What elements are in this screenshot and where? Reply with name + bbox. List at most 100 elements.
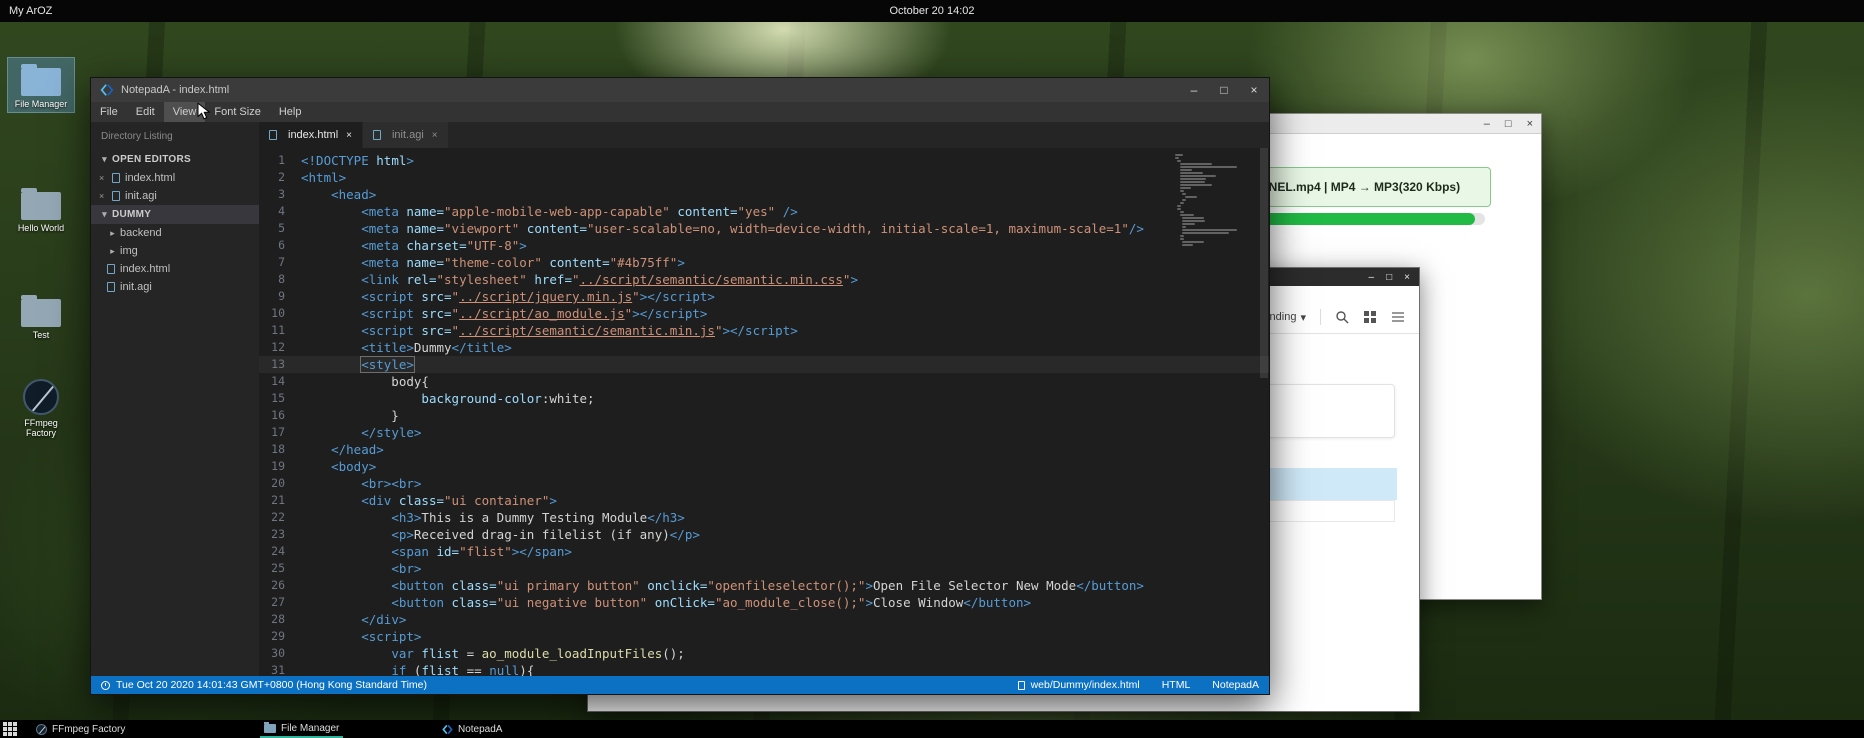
code-line[interactable]: 19 <body> [259, 458, 1269, 475]
status-file-path[interactable]: web/Dummy/index.html [1018, 679, 1140, 691]
menu-help[interactable]: Help [270, 102, 311, 122]
line-number: 31 [259, 662, 301, 676]
taskbar-item-file-manager[interactable]: File Manager [260, 720, 343, 738]
maximize-button[interactable]: □ [1505, 118, 1512, 130]
code-line[interactable]: 13 <style> [259, 356, 1269, 373]
code-line[interactable]: 4 <meta name="apple-mobile-web-app-capab… [259, 203, 1269, 220]
tree-item-init-agi[interactable]: ×init.agi [91, 187, 259, 205]
code-text: <h3>This is a Dummy Testing Module</h3> [301, 509, 1269, 526]
tree-item-backend[interactable]: ▸backend [91, 224, 259, 242]
minimize-button[interactable]: – [1179, 78, 1209, 102]
code-line[interactable]: 12 <title>Dummy</title> [259, 339, 1269, 356]
search-icon[interactable] [1335, 310, 1349, 324]
status-language[interactable]: HTML [1162, 679, 1191, 691]
minimap-line [1180, 238, 1184, 240]
code-line[interactable]: 3 <head> [259, 186, 1269, 203]
tab-close-icon[interactable]: × [346, 130, 352, 141]
code-line[interactable]: 30 var flist = ao_module_loadInputFiles(… [259, 645, 1269, 662]
code-line[interactable]: 22 <h3>This is a Dummy Testing Module</h… [259, 509, 1269, 526]
code-line[interactable]: 23 <p>Received drag-in filelist (if any)… [259, 526, 1269, 543]
desktop-icon-test[interactable]: Test [8, 289, 74, 343]
menu-edit[interactable]: Edit [127, 102, 164, 122]
menu-font-size[interactable]: Font Size [205, 102, 269, 122]
chevron-down-icon: ▾ [99, 209, 110, 220]
line-number: 23 [259, 526, 301, 543]
code-line[interactable]: 14 body{ [259, 373, 1269, 390]
tree-item-label: img [120, 245, 138, 257]
tree-item-index-html[interactable]: index.html [91, 260, 259, 278]
maximize-button[interactable]: □ [1209, 78, 1239, 102]
code-line[interactable]: 29 <script> [259, 628, 1269, 645]
code-line[interactable]: 25 <br> [259, 560, 1269, 577]
close-button[interactable]: × [1239, 78, 1269, 102]
close-icon[interactable]: × [99, 191, 112, 201]
tree-item-label: index.html [120, 263, 170, 275]
code-line[interactable]: 8 <link rel="stylesheet" href="../script… [259, 271, 1269, 288]
code-line[interactable]: 26 <button class="ui primary button" onc… [259, 577, 1269, 594]
menu-view[interactable]: View [164, 102, 206, 122]
tree-section-open-editors[interactable]: ▾OPEN EDITORS [91, 150, 259, 169]
code-line[interactable]: 1<!DOCTYPE html> [259, 152, 1269, 169]
notepada-titlebar[interactable]: NotepadA - index.html – □ × [91, 78, 1269, 102]
minimap-line [1180, 235, 1184, 237]
code-line[interactable]: 5 <meta name="viewport" content="user-sc… [259, 220, 1269, 237]
code-text: <style> [301, 356, 1269, 373]
desktop-icon-hello-world[interactable]: Hello World [8, 182, 74, 236]
taskbar-item-notepada[interactable]: NotepadA [438, 720, 506, 738]
minimap-line [1180, 175, 1216, 177]
close-button[interactable]: × [1404, 272, 1410, 283]
code-line[interactable]: 31 if (flist == null){ [259, 662, 1269, 676]
desktop-icon-label: Hello World [8, 223, 74, 233]
tab-init-agi[interactable]: init.agi× [363, 122, 449, 148]
code-line[interactable]: 17 </style> [259, 424, 1269, 441]
taskbar-item-ffmpeg-factory[interactable]: FFmpeg Factory [32, 720, 129, 738]
close-button[interactable]: × [1527, 118, 1533, 130]
code-line[interactable]: 9 <script src="../script/jquery.min.js">… [259, 288, 1269, 305]
status-app[interactable]: NotepadA [1212, 679, 1259, 691]
minimize-button[interactable]: – [1484, 118, 1490, 130]
code-text: <p>Received drag-in filelist (if any)</p… [301, 526, 1269, 543]
code-text: <div class="ui container"> [301, 492, 1269, 509]
minimap[interactable] [1175, 154, 1255, 247]
start-menu-icon[interactable] [3, 722, 17, 736]
maximize-button[interactable]: □ [1386, 272, 1392, 283]
code-line[interactable]: 21 <div class="ui container"> [259, 492, 1269, 509]
code-line[interactable]: 7 <meta name="theme-color" content="#4b7… [259, 254, 1269, 271]
code-line[interactable]: 24 <span id="flist"></span> [259, 543, 1269, 560]
code-line[interactable]: 20 <br><br> [259, 475, 1269, 492]
code-line[interactable]: 28 </div> [259, 611, 1269, 628]
tree-item-img[interactable]: ▸img [91, 242, 259, 260]
grid-view-icon[interactable] [1363, 310, 1377, 324]
tree-section-dummy[interactable]: ▾DUMMY [91, 205, 259, 224]
tab-close-icon[interactable]: × [432, 130, 438, 141]
code-line[interactable]: 27 <button class="ui negative button" on… [259, 594, 1269, 611]
tree-item-init-agi[interactable]: init.agi [91, 278, 259, 296]
code-text: <head> [301, 186, 1269, 203]
desktop-icon-ffmpeg-factory[interactable]: FFmpeg Factory [8, 372, 74, 441]
menu-file[interactable]: File [91, 102, 127, 122]
desktop-icon-file-manager[interactable]: File Manager [8, 58, 74, 112]
minimap-line [1180, 190, 1184, 192]
minimap-line [1185, 196, 1198, 198]
list-view-icon[interactable] [1391, 310, 1405, 324]
scrollbar-thumb[interactable] [1260, 148, 1268, 378]
code-text: background-color:white; [301, 390, 1269, 407]
tree-item-index-html[interactable]: ×index.html [91, 169, 259, 187]
tree-item-label: init.agi [120, 281, 152, 293]
code-line[interactable]: 18 </head> [259, 441, 1269, 458]
editor[interactable]: 1<!DOCTYPE html>2<html>3 <head>4 <meta n… [259, 148, 1269, 676]
code-line[interactable]: 10 <script src="../script/ao_module.js">… [259, 305, 1269, 322]
code-text: <html> [301, 169, 1269, 186]
desktop-icon-label: FFmpeg Factory [8, 418, 74, 438]
close-icon[interactable]: × [99, 173, 112, 183]
code-line[interactable]: 16 } [259, 407, 1269, 424]
line-number: 10 [259, 305, 301, 322]
code-text: <button class="ui negative button" onCli… [301, 594, 1269, 611]
code-line[interactable]: 2<html> [259, 169, 1269, 186]
code-line[interactable]: 15 background-color:white; [259, 390, 1269, 407]
minimize-button[interactable]: – [1369, 272, 1375, 283]
code-line[interactable]: 6 <meta charset="UTF-8"> [259, 237, 1269, 254]
code-line[interactable]: 11 <script src="../script/semantic/seman… [259, 322, 1269, 339]
tab-index-html[interactable]: index.html× [259, 122, 363, 148]
line-number: 8 [259, 271, 301, 288]
